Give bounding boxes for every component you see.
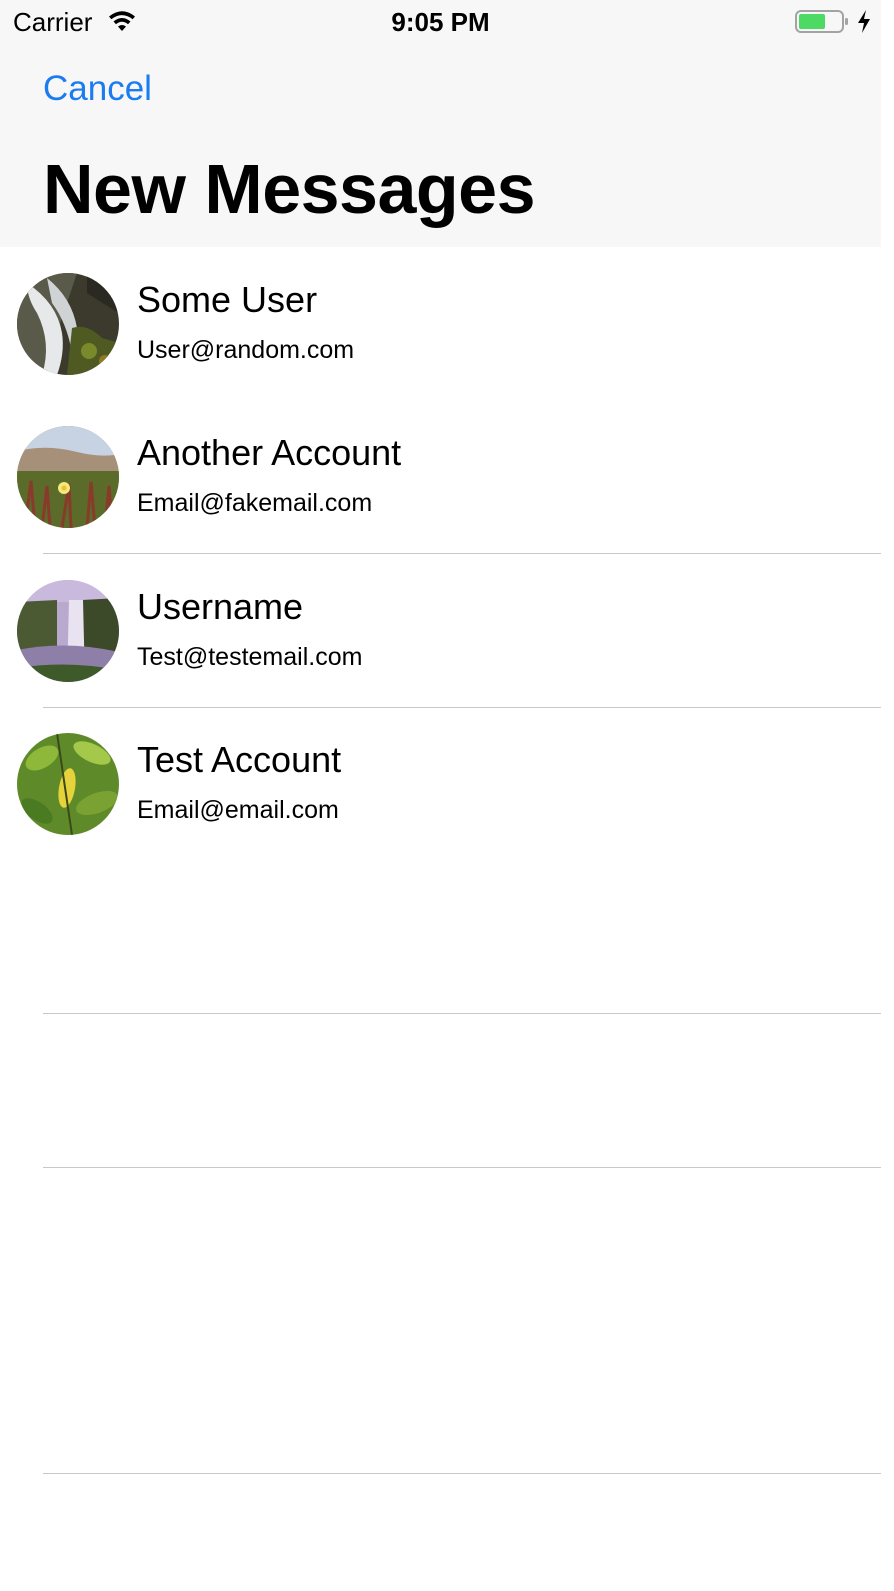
contact-avatar — [17, 273, 119, 375]
status-bar: Carrier 9:05 PM — [0, 0, 881, 44]
contact-row-another-account[interactable]: Another Account Email@fakemail.com — [0, 400, 881, 553]
charging-icon — [856, 9, 872, 34]
row-separator — [43, 1473, 881, 1474]
row-separator — [43, 1167, 881, 1168]
contact-name: Test Account — [137, 739, 342, 780]
contact-email: Email@fakemail.com — [137, 489, 373, 517]
status-time: 9:05 PM — [391, 7, 490, 37]
contact-row-some-user[interactable]: Some User User@random.com — [0, 247, 881, 400]
contact-avatar — [17, 426, 119, 528]
contact-name: Some User — [137, 279, 318, 320]
contact-row-username[interactable]: Username Test@testemail.com — [0, 554, 881, 707]
contact-name: Username — [137, 586, 304, 627]
page-title: New Messages — [43, 150, 536, 228]
cancel-button[interactable]: Cancel — [43, 68, 152, 110]
row-separator — [43, 1013, 881, 1014]
contact-avatar — [17, 580, 119, 682]
contact-email: Email@email.com — [137, 796, 339, 824]
new-messages-screen: Carrier 9:05 PM Cancel New Messages Some… — [0, 0, 894, 1591]
navigation-header: Carrier 9:05 PM Cancel New Messages — [0, 0, 881, 247]
contact-avatar — [17, 733, 119, 835]
contact-name: Another Account — [137, 432, 402, 473]
battery-icon — [795, 9, 849, 34]
contact-email: Test@testemail.com — [137, 643, 363, 671]
contact-email: User@random.com — [137, 336, 355, 364]
contact-row-test-account[interactable]: Test Account Email@email.com — [0, 707, 881, 860]
